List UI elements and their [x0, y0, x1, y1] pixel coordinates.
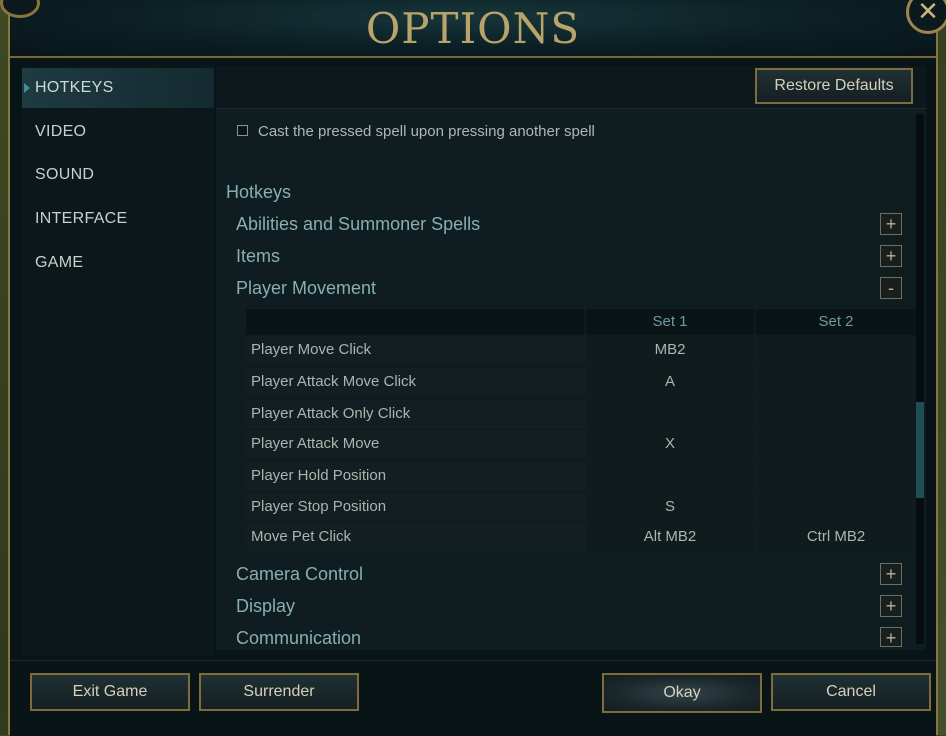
hotkey-set2-field[interactable]: [756, 493, 916, 521]
cast-option-label: Cast the pressed spell upon pressing ano…: [258, 123, 595, 140]
hotkey-set2-field[interactable]: Ctrl MB2: [756, 523, 916, 551]
triangle-right-icon: [24, 83, 30, 93]
hotkey-set1-field[interactable]: S: [586, 493, 754, 521]
column-header-set2: Set 2: [756, 309, 916, 335]
hotkey-set1-field[interactable]: [586, 400, 754, 428]
table-row: Player Attack Move Click A: [246, 368, 916, 396]
hotkey-set1-field[interactable]: X: [586, 430, 754, 458]
restore-defaults-button[interactable]: Restore Defaults: [755, 68, 913, 104]
sidebar: HOTKEYS VIDEO SOUND INTERFACE GAME: [22, 66, 214, 656]
category-label: Communication: [236, 628, 362, 648]
hotkey-set2-field[interactable]: [756, 430, 916, 458]
scrollbar[interactable]: [916, 114, 924, 644]
hotkey-name: Player Attack Only Click: [251, 405, 411, 422]
hotkeys-section-title: Hotkeys: [226, 182, 292, 202]
hotkey-set1-field[interactable]: [586, 462, 754, 490]
hotkeys-panel: Restore Defaults Cast the pressed spell …: [216, 66, 926, 650]
table-row: Player Attack Move X: [246, 430, 916, 458]
column-header-set1: Set 1: [586, 309, 754, 335]
category-label: Display: [236, 596, 296, 616]
column-header-name: [246, 309, 584, 335]
sidebar-item-sound[interactable]: SOUND: [22, 155, 214, 195]
hotkey-set1-field[interactable]: MB2: [586, 336, 754, 364]
hotkey-name: Player Hold Position: [251, 467, 387, 484]
sidebar-item-hotkeys[interactable]: HOTKEYS: [22, 68, 214, 108]
category-display[interactable]: Display: [236, 596, 876, 620]
scrollbar-thumb[interactable]: [916, 402, 924, 498]
hotkey-name: Move Pet Click: [251, 528, 352, 545]
hotkey-name: Player Move Click: [251, 341, 372, 358]
hotkey-set1-field[interactable]: A: [586, 368, 754, 396]
hotkey-name: Player Stop Position: [251, 498, 387, 515]
sidebar-item-label: SOUND: [35, 166, 95, 183]
table-row: Player Stop Position S: [246, 493, 916, 521]
sidebar-item-label: GAME: [35, 254, 84, 271]
hotkey-name: Player Attack Move Click: [251, 373, 417, 390]
surrender-button[interactable]: Surrender: [199, 673, 359, 711]
sidebar-item-label: VIDEO: [35, 123, 87, 140]
player-movement-table: Set 1 Set 2 Player Move Click MB2 Player…: [246, 309, 916, 553]
table-row: Player Move Click MB2: [246, 336, 916, 364]
sidebar-item-label: HOTKEYS: [35, 79, 114, 96]
footer-bar: Exit Game Surrender Okay Cancel: [10, 660, 936, 736]
cancel-button[interactable]: Cancel: [771, 673, 931, 711]
category-items[interactable]: Items: [236, 246, 876, 270]
hotkey-set2-field[interactable]: [756, 368, 916, 396]
expand-abilities-button[interactable]: +: [880, 213, 902, 235]
title-bar: OPTIONS: [10, 0, 936, 58]
sidebar-item-video[interactable]: VIDEO: [22, 112, 214, 152]
category-communication[interactable]: Communication: [236, 628, 876, 652]
hotkey-set1-field[interactable]: Alt MB2: [586, 523, 754, 551]
close-icon: ✕: [917, 0, 939, 26]
category-label: Items: [236, 246, 281, 266]
category-player-movement[interactable]: Player Movement: [236, 278, 876, 302]
category-abilities[interactable]: Abilities and Summoner Spells: [236, 214, 876, 238]
category-label: Player Movement: [236, 278, 377, 298]
expand-communication-button[interactable]: +: [880, 627, 902, 648]
sidebar-item-interface[interactable]: INTERFACE: [22, 199, 214, 239]
hotkey-set2-field[interactable]: [756, 336, 916, 364]
cast-option-checkbox[interactable]: [237, 125, 248, 136]
exit-game-button[interactable]: Exit Game: [30, 673, 190, 711]
category-label: Abilities and Summoner Spells: [236, 214, 481, 234]
category-camera-control[interactable]: Camera Control: [236, 564, 876, 588]
expand-camera-control-button[interactable]: +: [880, 563, 902, 585]
hotkey-set2-field[interactable]: [756, 400, 916, 428]
expand-items-button[interactable]: +: [880, 245, 902, 267]
window-title: OPTIONS: [365, 4, 581, 53]
hotkey-set2-field[interactable]: [756, 462, 916, 490]
okay-button[interactable]: Okay: [602, 673, 762, 713]
table-row: Player Hold Position: [246, 462, 916, 490]
table-row: Move Pet Click Alt MB2 Ctrl MB2: [246, 523, 916, 551]
sidebar-item-label: INTERFACE: [35, 210, 128, 227]
expand-display-button[interactable]: +: [880, 595, 902, 617]
collapse-player-movement-button[interactable]: -: [880, 277, 902, 299]
sidebar-item-game[interactable]: GAME: [22, 243, 214, 283]
panel-toolbar: Restore Defaults: [216, 66, 926, 109]
category-label: Camera Control: [236, 564, 364, 584]
table-row: Player Attack Only Click: [246, 400, 916, 428]
hotkey-name: Player Attack Move: [251, 435, 380, 452]
